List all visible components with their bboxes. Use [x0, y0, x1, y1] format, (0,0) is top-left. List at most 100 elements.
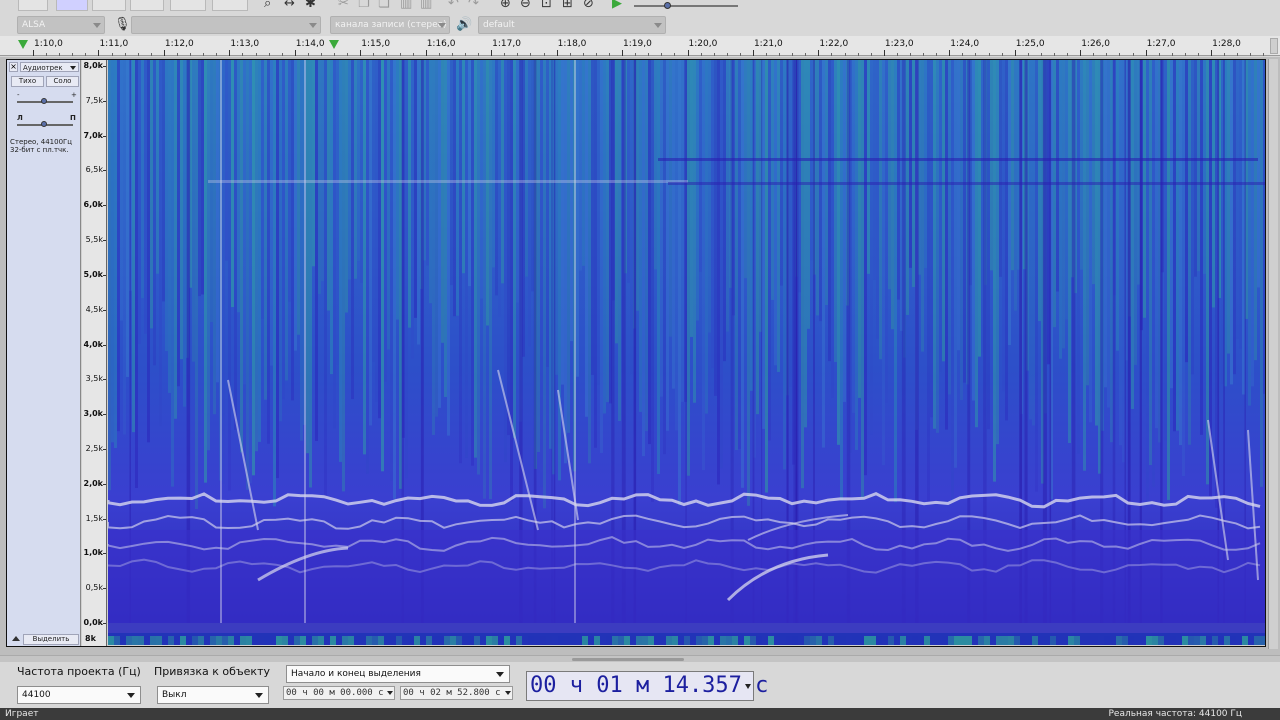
spectrogram-texture-column	[492, 60, 495, 268]
close-track-icon[interactable]: ×	[9, 62, 18, 72]
fit-selection-icon[interactable]: ⊡	[541, 0, 552, 11]
spectrogram-texture-column	[582, 60, 585, 266]
record-device-select[interactable]	[131, 16, 321, 34]
audio-position-field[interactable]: 00 ч 01 м 14.357 с	[526, 671, 768, 701]
frequency-tick	[103, 483, 106, 485]
transport-button-4[interactable]	[130, 0, 164, 11]
spectrogram-texture-column	[819, 60, 822, 322]
spectrogram-texture-column	[243, 60, 246, 385]
spectrogram-texture-column	[1065, 60, 1068, 320]
timeshift-tool-icon[interactable]: ↔	[284, 0, 295, 11]
strip-texture-cell	[360, 636, 366, 645]
strip-texture-cell	[180, 636, 186, 645]
selection-start-marker[interactable]	[18, 40, 28, 49]
pan-slider-thumb[interactable]	[41, 121, 47, 127]
timeline-major-tick	[1145, 50, 1147, 56]
mute-button[interactable]: Тихо	[11, 76, 44, 87]
strip-texture-cell	[456, 636, 462, 645]
spectrogram-texture-column	[639, 60, 642, 412]
spectrogram-bright-line	[304, 60, 306, 623]
spectrogram-texture-column	[726, 60, 729, 332]
playback-position-marker[interactable]	[329, 40, 339, 49]
fit-project-icon[interactable]: ⊞	[562, 0, 573, 11]
play-speed-slider-thumb[interactable]	[664, 2, 671, 9]
transport-button-5[interactable]	[170, 0, 206, 11]
spectrogram-texture-column	[318, 60, 321, 294]
strip-texture-cell	[1188, 636, 1194, 645]
strip-texture-cell	[912, 636, 918, 645]
spectrogram-texture-column	[1104, 60, 1107, 388]
zoom-out-icon[interactable]: ⊖	[520, 0, 531, 11]
strip-texture-cell	[354, 636, 360, 645]
ruler-scroll-handle[interactable]	[1270, 38, 1278, 54]
copy-icon[interactable]: ❐	[358, 0, 370, 11]
selection-mode-select[interactable]: Начало и конец выделения	[286, 665, 510, 683]
spectrogram-texture-column	[657, 60, 660, 475]
trim-icon[interactable]: ▥	[400, 0, 412, 11]
timeline-major-tick	[163, 50, 165, 56]
vertical-scrollbar[interactable]	[1268, 59, 1278, 649]
spectrogram-texture-column	[369, 60, 372, 426]
strip-texture-cell	[312, 636, 318, 645]
transport-button-2[interactable]	[56, 0, 88, 11]
frequency-label: 6,5k	[85, 165, 103, 175]
spectrogram-texture-column	[213, 60, 216, 415]
timeline-minor-tick	[713, 53, 715, 56]
timeline-minor-tick	[216, 53, 218, 56]
strip-texture-cell	[390, 636, 396, 645]
scroll-grip[interactable]	[572, 658, 684, 661]
audio-host-select[interactable]: ALSA	[17, 16, 105, 34]
playback-device-select[interactable]: default	[478, 16, 666, 34]
spectrogram-view[interactable]	[108, 60, 1265, 623]
spectrogram-texture-column	[543, 60, 546, 509]
timeline-ruler[interactable]: 1:10,0 1:11,0 1:12,0 1:13,0 1:14,0 1:15,0 1:16…	[0, 36, 1280, 56]
collapse-track-icon[interactable]	[12, 636, 20, 641]
horizontal-scrollbar[interactable]	[0, 655, 1280, 662]
spectrogram-texture-column	[867, 60, 870, 274]
strip-texture-cell	[1242, 636, 1248, 645]
gain-slider-thumb[interactable]	[41, 98, 47, 104]
strip-texture-cell	[594, 636, 600, 645]
spectrogram-texture-column	[1116, 60, 1119, 351]
frequency-ruler[interactable]: 8,0k 7,5k 7,0k 6,5k 6,0k 5,5k 5,0k 4,5k 4,0k 3,5k…	[82, 60, 107, 646]
undo-icon[interactable]: ↶	[448, 0, 459, 11]
silence-icon[interactable]: ▥	[420, 0, 432, 11]
spectrogram-texture-column	[1035, 60, 1038, 492]
paste-icon[interactable]: ❏	[378, 0, 390, 11]
strip-texture-cell	[1086, 636, 1092, 645]
cut-icon[interactable]: ✂	[338, 0, 349, 11]
spectrogram-texture-column	[366, 60, 369, 474]
selection-end-field[interactable]: 00 ч 02 м 52.800 с	[400, 686, 513, 700]
strip-texture-cell	[282, 636, 288, 645]
strip-texture-cell	[720, 636, 726, 645]
play-at-speed-icon[interactable]: ▶	[612, 0, 622, 11]
timeline-major-tick	[425, 50, 427, 56]
zoom-toggle-icon[interactable]: ⊘	[583, 0, 594, 11]
record-channels-select[interactable]: канала записи (стерео)	[330, 16, 450, 34]
spectrogram-texture-column	[999, 60, 1002, 277]
project-rate-select[interactable]: 44100	[17, 686, 141, 704]
strip-texture-cell	[960, 636, 966, 645]
second-channel-strip[interactable]	[108, 633, 1265, 645]
strip-texture-cell	[888, 636, 894, 645]
audacity-window: ⌕ ↔ ✱ ✂ ❐ ❏ ▥ ▥ ↶ ↷ ⊕ ⊖ ⊡ ⊞ ⊘ ▶ ALSA 🎙 к…	[0, 0, 1280, 720]
zoom-tool-icon[interactable]: ⌕	[264, 0, 271, 11]
strip-texture-cell	[486, 636, 492, 645]
track-menu-button[interactable]: Аудиотрек	[20, 62, 79, 72]
transport-button-6[interactable]	[212, 0, 248, 11]
selection-start-field[interactable]: 00 ч 00 м 00.000 с	[283, 686, 395, 700]
spectrogram-texture-column	[741, 60, 744, 488]
select-track-button[interactable]: Выделить	[23, 634, 79, 645]
transport-button-1[interactable]	[18, 0, 48, 11]
zoom-in-icon[interactable]: ⊕	[500, 0, 511, 11]
spectrogram-texture-column	[261, 60, 264, 319]
snap-select[interactable]: Выкл	[157, 686, 269, 704]
transport-button-3[interactable]	[92, 0, 126, 11]
redo-icon[interactable]: ↷	[468, 0, 479, 11]
strip-texture-cell	[1056, 636, 1062, 645]
timeline-minor-tick	[1027, 53, 1029, 56]
spectrogram-texture-column	[885, 60, 888, 403]
spectrogram-texture-column	[417, 60, 420, 345]
multi-tool-icon[interactable]: ✱	[305, 0, 316, 11]
solo-button[interactable]: Соло	[46, 76, 79, 87]
